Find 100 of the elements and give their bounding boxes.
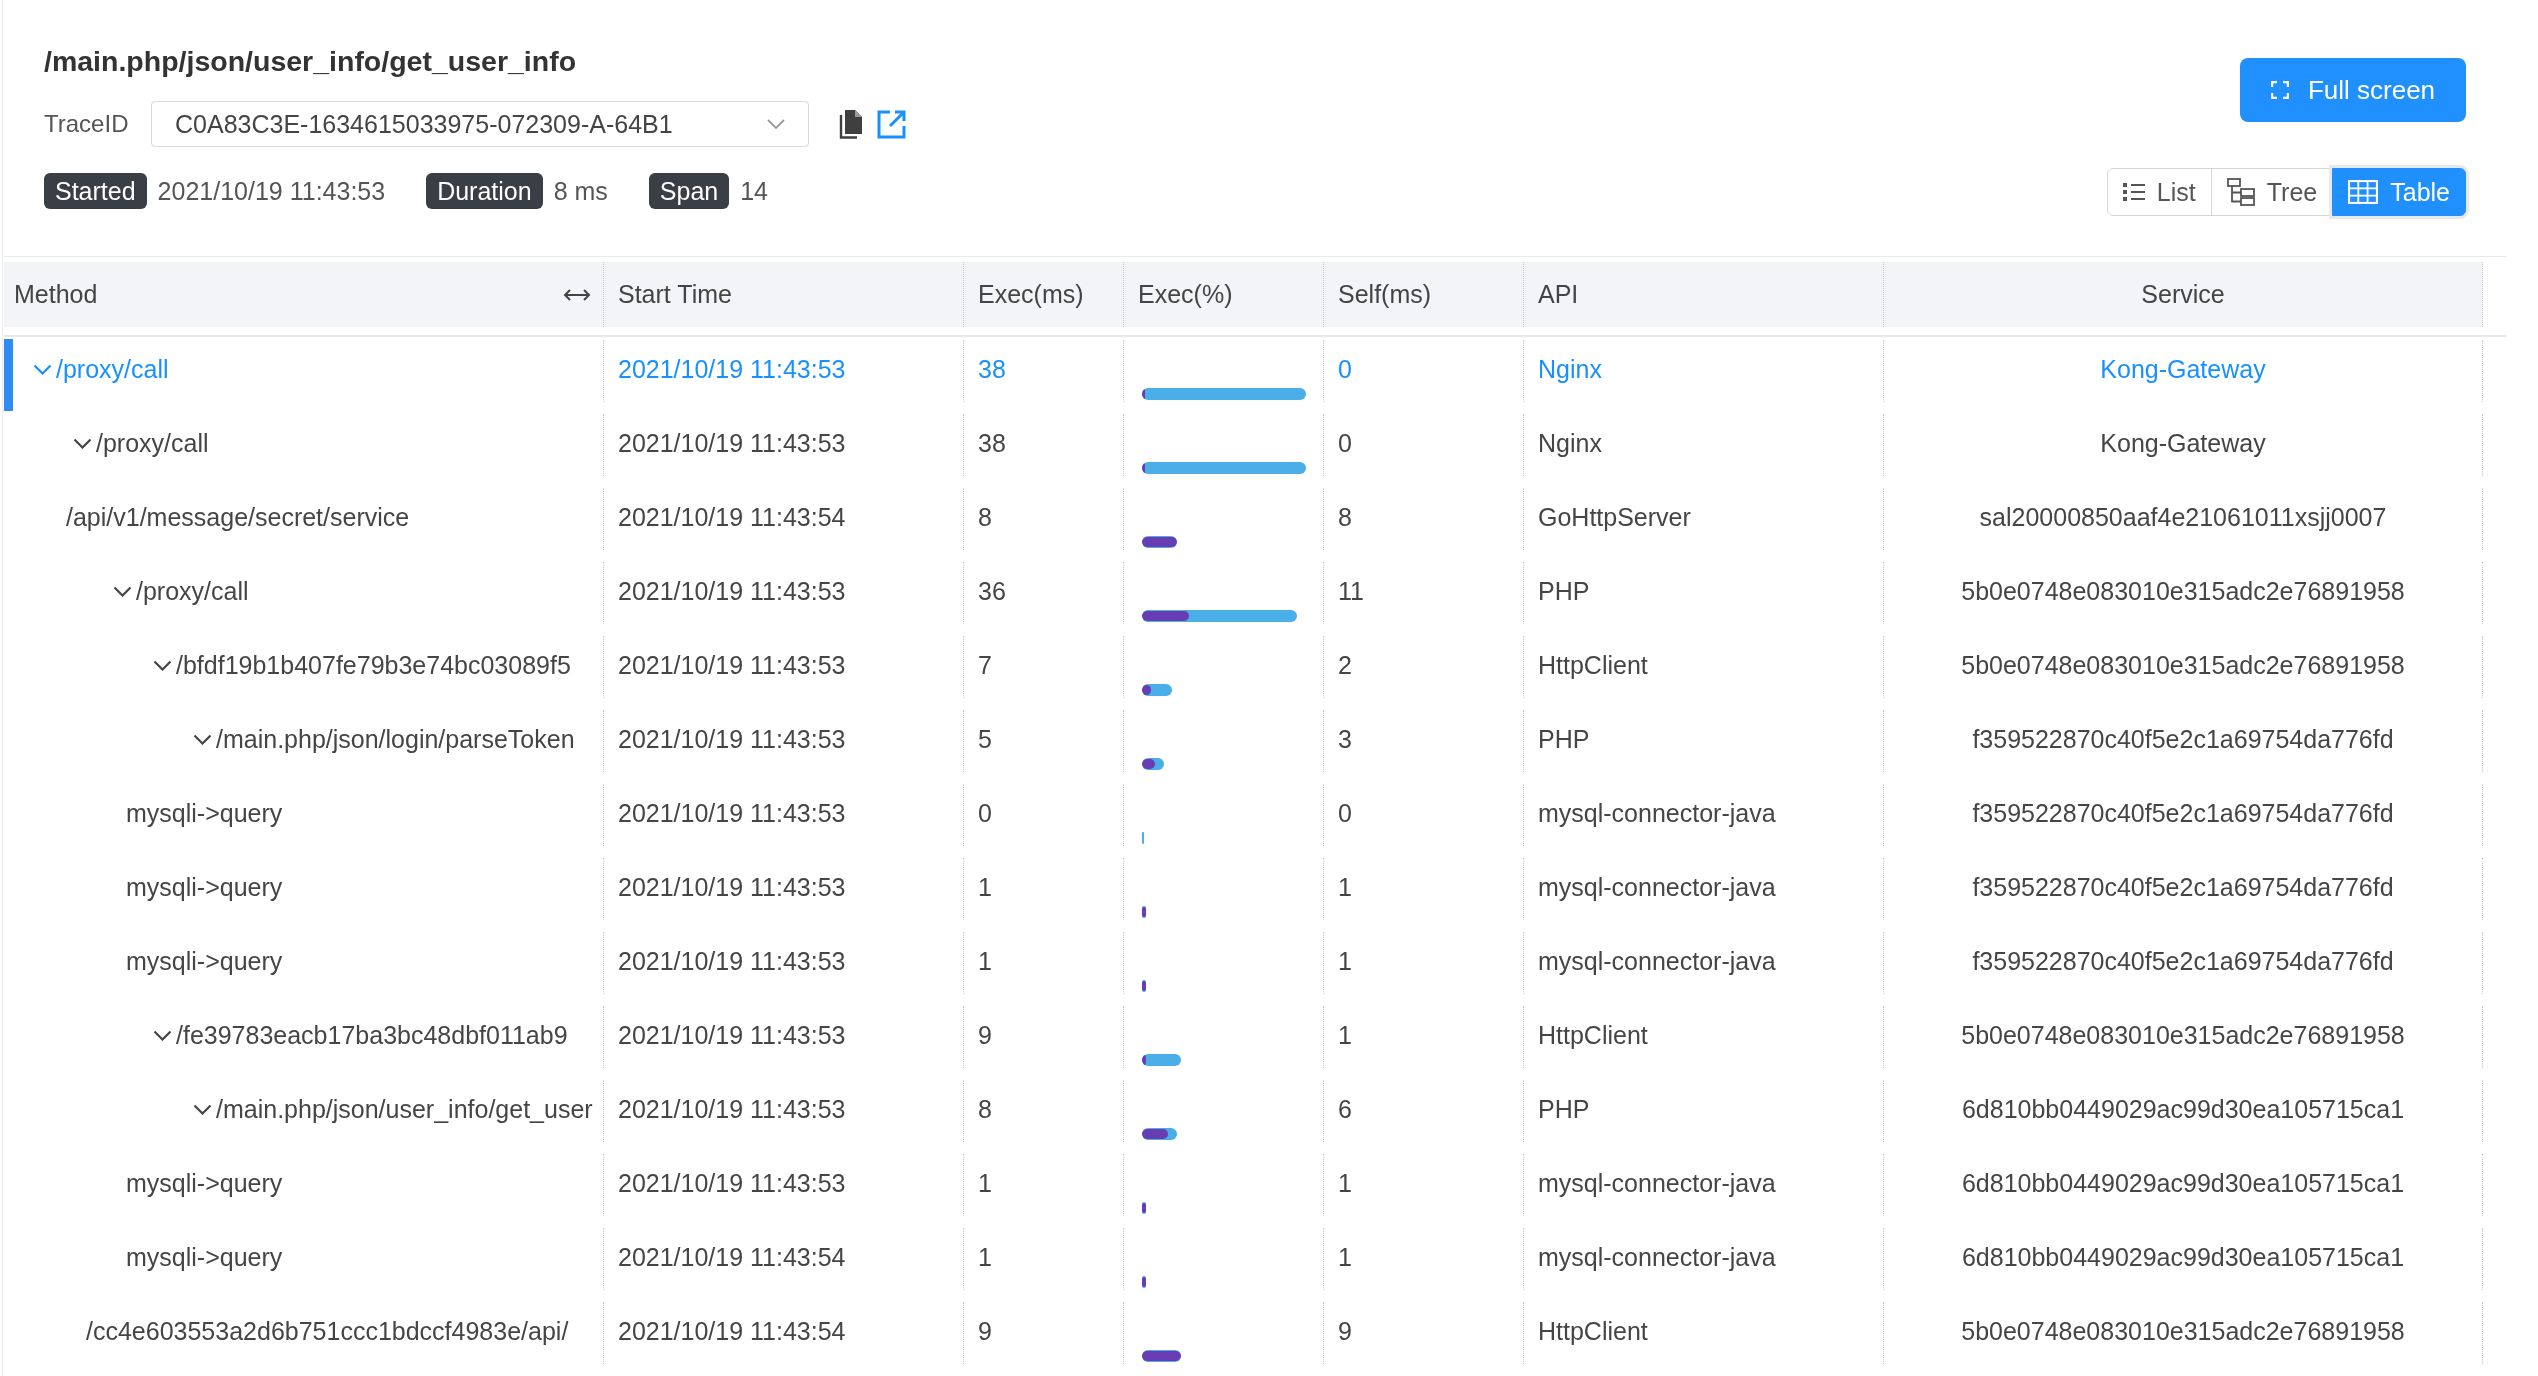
- table-cell: 1: [1338, 1021, 1352, 1049]
- table-cell: 9: [978, 1021, 992, 1049]
- table-cell: 6d810bb0449029ac99d30ea105715ca1: [1961, 1243, 2405, 1271]
- table-cell: 7: [978, 651, 992, 679]
- method-name: /fe39783eacb17ba3bc48dbf011ab9: [176, 1020, 568, 1050]
- caret-down-icon[interactable]: [153, 659, 172, 671]
- table-cell: f359522870c40f5e2c1a69754da776fd: [1972, 799, 2394, 827]
- column-header: Start Time: [618, 280, 732, 309]
- table-cell: 0: [1338, 429, 1352, 457]
- column-header: Method: [14, 280, 98, 309]
- table-cell: Nginx: [1538, 429, 1602, 457]
- method-name: /proxy/call: [96, 428, 209, 458]
- table-cell: 1: [1338, 1169, 1352, 1197]
- chevron-down-icon: [767, 119, 785, 129]
- page-title: /main.php/json/user_info/get_user_info: [44, 44, 577, 79]
- caret-down-icon[interactable]: [153, 1029, 172, 1041]
- table-cell: HttpClient: [1538, 651, 1648, 679]
- table-cell: 2021/10/19 11:43:53: [618, 799, 846, 827]
- caret-down-icon[interactable]: [113, 585, 132, 597]
- table-cell: Kong-Gateway: [2100, 355, 2266, 383]
- table-cell: 38: [978, 429, 1006, 457]
- summary-tag: Started: [44, 173, 147, 209]
- table-cell: 11: [1338, 577, 1364, 605]
- exec-time-bar: [1142, 1276, 1147, 1288]
- method-name: mysqli->query: [126, 1168, 283, 1198]
- exec-time-bar: [1142, 684, 1173, 696]
- table-cell: 2021/10/19 11:43:54: [618, 1243, 846, 1271]
- method-name: /api/v1/message/secret/service: [66, 502, 410, 532]
- table-cell: 9: [1338, 1317, 1352, 1345]
- method-name: /proxy/call: [136, 576, 249, 606]
- table-cell: 8: [978, 503, 992, 531]
- table-cell: HttpClient: [1538, 1021, 1648, 1049]
- method-name: /bfdf19b1b407fe79b3e74bc03089f5: [176, 650, 571, 680]
- table-cell: 2021/10/19 11:43:53: [618, 725, 846, 753]
- table-cell: 2021/10/19 11:43:54: [618, 503, 846, 531]
- column-header: Service: [2141, 280, 2225, 309]
- table-cell: mysql-connector-java: [1538, 799, 1776, 827]
- table-cell: 1: [978, 947, 992, 975]
- caret-down-icon[interactable]: [193, 1103, 212, 1115]
- exec-time-bar: [1142, 758, 1164, 770]
- fullscreen-icon: [2270, 81, 2289, 99]
- exec-time-bar: [1142, 1350, 1181, 1362]
- table-cell: 38: [978, 355, 1006, 383]
- external-link-icon[interactable]: [876, 108, 907, 140]
- table-cell: f359522870c40f5e2c1a69754da776fd: [1972, 725, 2394, 753]
- table-cell: 1: [978, 873, 992, 901]
- table-cell: GoHttpServer: [1538, 503, 1691, 531]
- copy-icon[interactable]: [839, 109, 863, 139]
- double-arrow-icon[interactable]: [561, 287, 593, 302]
- view-tab[interactable]: List: [2106, 168, 2212, 216]
- tree-icon: [2226, 178, 2255, 206]
- exec-time-bar: [1142, 906, 1147, 918]
- table-cell: f359522870c40f5e2c1a69754da776fd: [1972, 873, 2394, 901]
- table-cell: mysql-connector-java: [1538, 1243, 1776, 1271]
- table-cell: 0: [1338, 355, 1352, 383]
- table-cell: f359522870c40f5e2c1a69754da776fd: [1972, 947, 2394, 975]
- method-name: mysqli->query: [126, 946, 283, 976]
- trace-id-label: TraceID: [44, 110, 130, 138]
- table-cell: 5: [978, 725, 992, 753]
- table-cell: 5b0e0748e083010e315adc2e76891958: [1961, 1021, 2405, 1049]
- column-header: Self(ms): [1338, 280, 1432, 309]
- method-name: mysqli->query: [126, 1242, 283, 1272]
- summary-value: 8 ms: [553, 176, 608, 206]
- method-name: /cc4e603553a2d6b751ccc1bdccf4983e/api/: [86, 1316, 569, 1346]
- column-header: Exec(ms): [978, 280, 1084, 309]
- column-header: Exec(%): [1138, 280, 1233, 309]
- table-cell: 6d810bb0449029ac99d30ea105715ca1: [1961, 1095, 2405, 1123]
- table-cell: 8: [978, 1095, 992, 1123]
- table-cell: PHP: [1538, 725, 1590, 753]
- exec-time-bar: [1142, 980, 1147, 992]
- summary-value: 14: [740, 176, 769, 206]
- method-name: mysqli->query: [126, 798, 283, 828]
- summary-tag: Duration: [426, 173, 543, 209]
- table-cell: 3: [1338, 725, 1352, 753]
- table-cell: 1: [1338, 947, 1352, 975]
- table-cell: 1: [1338, 873, 1352, 901]
- table-cell: 5b0e0748e083010e315adc2e76891958: [1961, 1317, 2405, 1345]
- table-cell: 1: [978, 1169, 992, 1197]
- table-cell: 2021/10/19 11:43:53: [618, 651, 846, 679]
- table-cell: 2021/10/19 11:43:53: [618, 1169, 846, 1197]
- table-icon: [2348, 180, 2379, 204]
- summary-tag: Span: [648, 173, 730, 209]
- table-cell: 0: [978, 799, 992, 827]
- table-cell: 2021/10/19 11:43:53: [618, 947, 846, 975]
- exec-time-bar: [1142, 1128, 1177, 1140]
- table-cell: 36: [978, 577, 1006, 605]
- caret-down-icon[interactable]: [73, 437, 92, 449]
- caret-down-icon[interactable]: [193, 733, 212, 745]
- table-cell: 2: [1338, 651, 1352, 679]
- table-cell: 1: [1338, 1243, 1352, 1271]
- table-cell: 0: [1338, 799, 1352, 827]
- exec-time-bar: [1142, 1054, 1181, 1066]
- trace-id-select[interactable]: C0A83C3E-1634615033975-072309-A-64B1: [151, 101, 809, 147]
- table-cell: 2021/10/19 11:43:53: [618, 1021, 846, 1049]
- method-name: /main.php/json/user_info/get_user: [216, 1094, 593, 1124]
- table-cell: 5b0e0748e083010e315adc2e76891958: [1961, 651, 2405, 679]
- table-cell: Kong-Gateway: [2100, 429, 2266, 457]
- table-cell: 2021/10/19 11:43:53: [618, 355, 846, 383]
- summary-value: 2021/10/19 11:43:53: [157, 176, 386, 206]
- table-cell: PHP: [1538, 577, 1590, 605]
